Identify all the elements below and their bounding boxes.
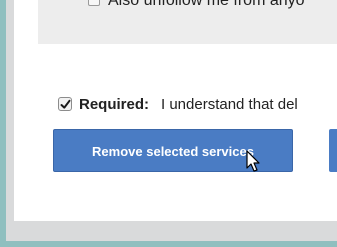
required-label: Required:: [79, 96, 150, 113]
checkmark-icon: [60, 99, 71, 109]
secondary-button[interactable]: [329, 129, 337, 172]
pointer-cursor-icon: [246, 150, 260, 172]
required-checkbox[interactable]: [58, 97, 72, 111]
required-text: I understand that del: [161, 96, 298, 113]
unfollow-option-box: Also unfollow me from anyo: [38, 0, 337, 44]
unfollow-checkbox[interactable]: [88, 0, 100, 6]
unfollow-label: Also unfollow me from anyo: [108, 0, 305, 9]
